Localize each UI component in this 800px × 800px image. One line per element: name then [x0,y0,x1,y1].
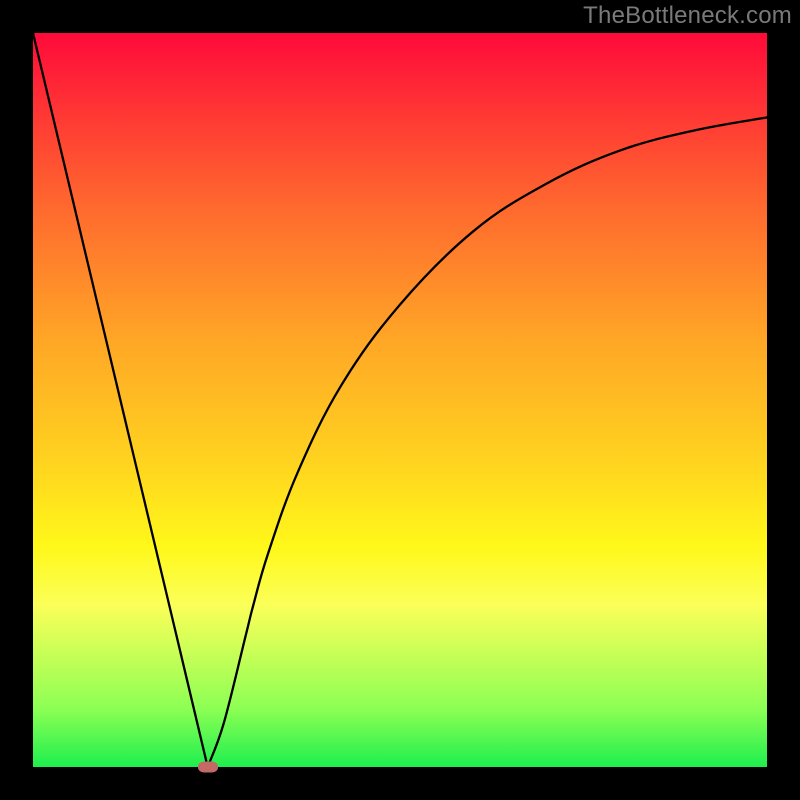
optimum-marker [198,762,218,773]
chart-frame: TheBottleneck.com [0,0,800,800]
plot-area [33,33,767,767]
watermark-text: TheBottleneck.com [583,2,792,30]
curve-svg [33,33,767,767]
bottleneck-curve [33,33,767,767]
